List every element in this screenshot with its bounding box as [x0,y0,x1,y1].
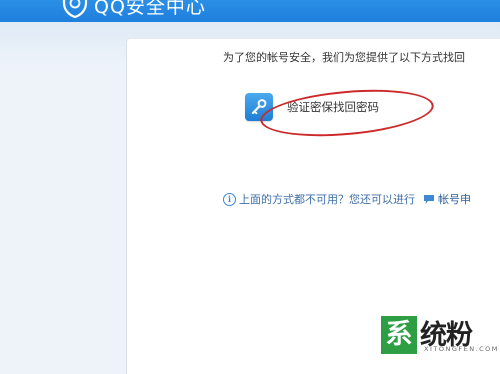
account-appeal-link[interactable]: 帐号申 [438,191,471,207]
header-brand: QQ安全中心 [94,0,206,18]
recovery-intro: 为了您的帐号安全，我们为您提供了以下方式找回 [223,51,465,64]
watermark-logo: 系 [379,314,419,356]
watermark-subtext: XITONGFEN.COM [424,345,499,353]
info-icon: i [223,192,236,206]
header-bar: QQ安全中心 [0,0,500,22]
alternative-text: 上面的方式都不可用？您还可以进行 [239,193,415,206]
shield-icon [62,0,88,18]
alternative-methods: i 上面的方式都不可用？您还可以进行 帐号申 [223,191,471,207]
chat-bubble-icon [424,194,434,204]
